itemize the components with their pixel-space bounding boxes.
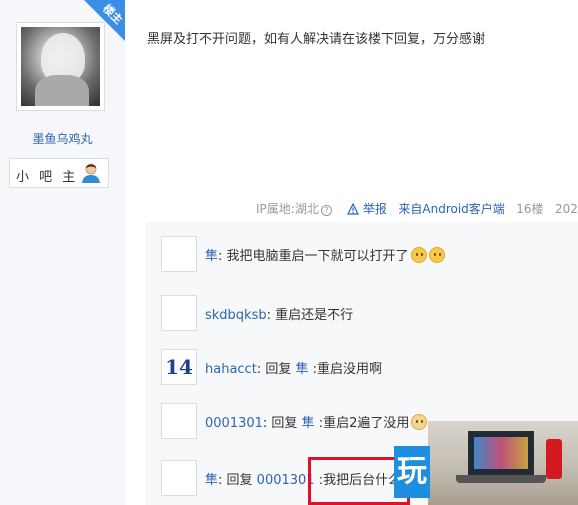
post-content: 黑屏及打不开问题，如有人解决请在该楼下回复，万分感谢 [147,32,486,47]
reply-username[interactable]: skdbqksb [205,308,267,323]
list-item: 14 hahacct: 回复 隼 :重启没用啊 [161,349,571,385]
reply-text: 隼: 我把电脑重启一下就可以打开了 [205,245,445,264]
emoji-icon [428,247,445,263]
role-label: 小 吧 主 [16,170,79,185]
reply-avatar[interactable] [161,236,197,272]
reply-target-username[interactable]: 0001301 [257,473,315,488]
op-badge: 楼主 [84,0,125,41]
list-item: skdbqksb: 重启还是不行 [161,295,571,331]
reply-avatar[interactable] [161,460,197,496]
help-icon[interactable]: ? [320,205,332,216]
reply-target-username[interactable]: 隼 [295,362,308,377]
reply-username[interactable]: 0001301 [205,416,263,431]
warning-icon [347,203,360,215]
emoji-icon [411,414,428,430]
role-badge: 小 吧 主 [9,158,109,188]
user-icon [82,163,100,183]
reply-content: 我把电脑重启一下就可以打开了 [222,249,409,264]
emoji-icon [410,247,427,263]
report-link[interactable]: 举报 [363,202,387,216]
reply-avatar[interactable]: 20 [161,403,197,439]
watermark-logo: 玩 [394,446,430,498]
reply-avatar[interactable]: 14 [161,349,197,385]
ip-location: IP属地:湖北 [256,202,319,216]
list-item: 隼: 我把电脑重启一下就可以打开了 [161,236,571,272]
reply-text: 0001301: 回复 隼 :重启2遍了没用 [205,412,428,431]
reply-target-username[interactable]: 隼 [302,416,315,431]
reply-avatar[interactable] [161,295,197,331]
floor-number: 16楼 [516,202,544,216]
reply-username[interactable]: hahacct [205,362,257,377]
reply-username[interactable]: 隼 [205,473,218,488]
reply-content: :重启2遍了没用 [314,416,410,431]
client-source-link[interactable]: 来自Android客户端 [398,202,504,216]
reply-content: :重启没用啊 [308,362,382,377]
ad-image[interactable] [428,421,578,505]
op-badge-label: 楼主 [100,1,125,27]
author-name-link[interactable]: 墨鱼乌鸡丸 [0,130,125,147]
post-date: 2023-02 [554,202,578,216]
reply-text: skdbqksb: 重启还是不行 [205,308,354,323]
reply-username[interactable]: 隼 [205,249,218,264]
author-sidebar: 楼主 墨鱼乌鸡丸 小 吧 主 [0,0,125,505]
post-meta-bar: IP属地:湖北? 举报 来自Android客户端 16楼 2023-02 [256,200,578,217]
reply-text: hahacct: 回复 隼 :重启没用啊 [205,362,382,377]
reply-content: 重启还是不行 [271,308,354,323]
